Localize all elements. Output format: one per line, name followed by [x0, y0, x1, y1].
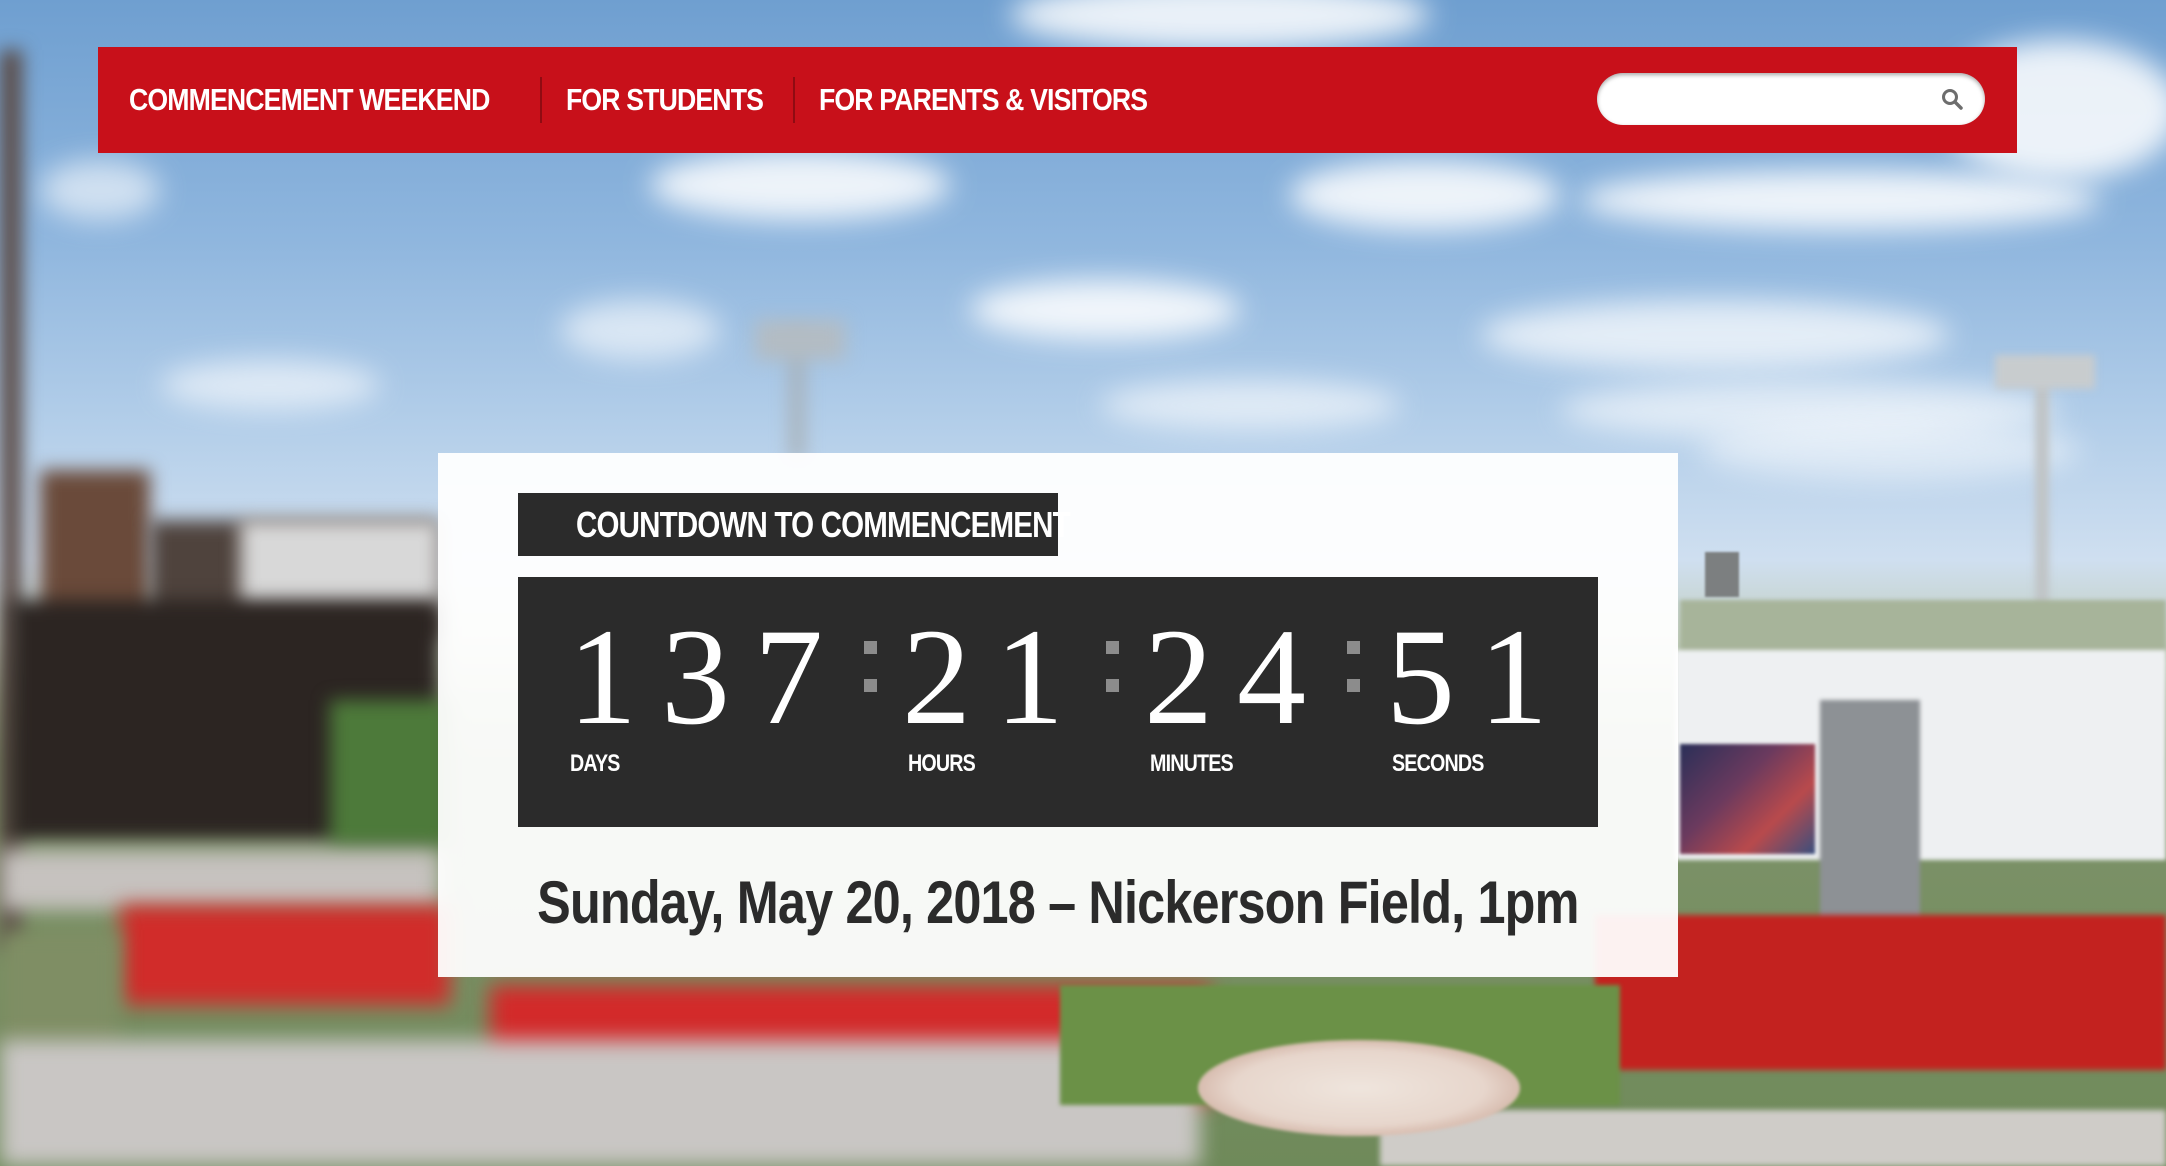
field-seal: [1198, 1040, 1520, 1136]
countdown-label-box: COUNTDOWN TO COMMENCEMENT: [518, 493, 1071, 556]
cloud: [1100, 380, 1400, 430]
days-value: 137: [568, 600, 847, 753]
minutes-value: 24: [1144, 600, 1330, 753]
cloud: [650, 150, 950, 220]
countdown-panel: COUNTDOWN TO COMMENCEMENT 137 21 24 51 D…: [438, 453, 1678, 977]
days-label: DAYS: [570, 750, 620, 777]
cloud: [1700, 420, 2080, 480]
seconds-value: 51: [1386, 600, 1572, 753]
light-pole: [755, 320, 845, 360]
countdown-timer: 137 21 24 51 DAYS HOURS MINUTES SECONDS: [518, 577, 1598, 827]
building: [240, 520, 440, 610]
nav-divider: [793, 77, 796, 123]
nav-commencement-weekend[interactable]: COMMENCEMENT WEEKEND: [129, 82, 490, 118]
crowd: [120, 905, 450, 1005]
cloud: [560, 300, 720, 360]
top-navigation-bar: COMMENCEMENT WEEKEND FOR STUDENTS FOR PA…: [98, 47, 2017, 153]
cloud: [1580, 170, 2100, 230]
tree: [330, 700, 450, 850]
cloud: [40, 160, 160, 220]
event-date-location: Sunday, May 20, 2018 – Nickerson Field, …: [537, 869, 1579, 936]
search-input[interactable]: [1619, 78, 1937, 120]
event-details: Sunday, May 20, 2018 – Nickerson Field, …: [438, 868, 1678, 937]
crowd: [0, 850, 440, 910]
cloud: [1290, 160, 1560, 230]
light-pole: [1995, 355, 2095, 389]
minutes-label: MINUTES: [1150, 750, 1234, 777]
hours-label: HOURS: [908, 750, 976, 777]
nav-for-parents-visitors[interactable]: FOR PARENTS & VISITORS: [819, 82, 1148, 118]
stage-screen: [1680, 744, 1815, 854]
grass: [0, 930, 120, 1050]
countdown-label: COUNTDOWN TO COMMENCEMENT: [576, 503, 1071, 545]
crowd: [1380, 1110, 2166, 1166]
stage-scaffold: [1820, 700, 1920, 920]
crowd: [1595, 915, 2166, 1070]
search-box: [1597, 73, 1985, 125]
cloud: [160, 360, 380, 410]
cloud: [1010, 0, 1430, 50]
seconds-label: SECONDS: [1392, 750, 1484, 777]
nav-divider: [540, 77, 543, 123]
hours-value: 21: [902, 600, 1088, 753]
search-icon[interactable]: [1937, 84, 1967, 114]
cloud: [970, 280, 1240, 340]
nav-for-students[interactable]: FOR STUDENTS: [566, 82, 764, 118]
crowd: [0, 1040, 1200, 1166]
distant-building: [1705, 552, 1739, 597]
cloud: [1480, 300, 1950, 370]
